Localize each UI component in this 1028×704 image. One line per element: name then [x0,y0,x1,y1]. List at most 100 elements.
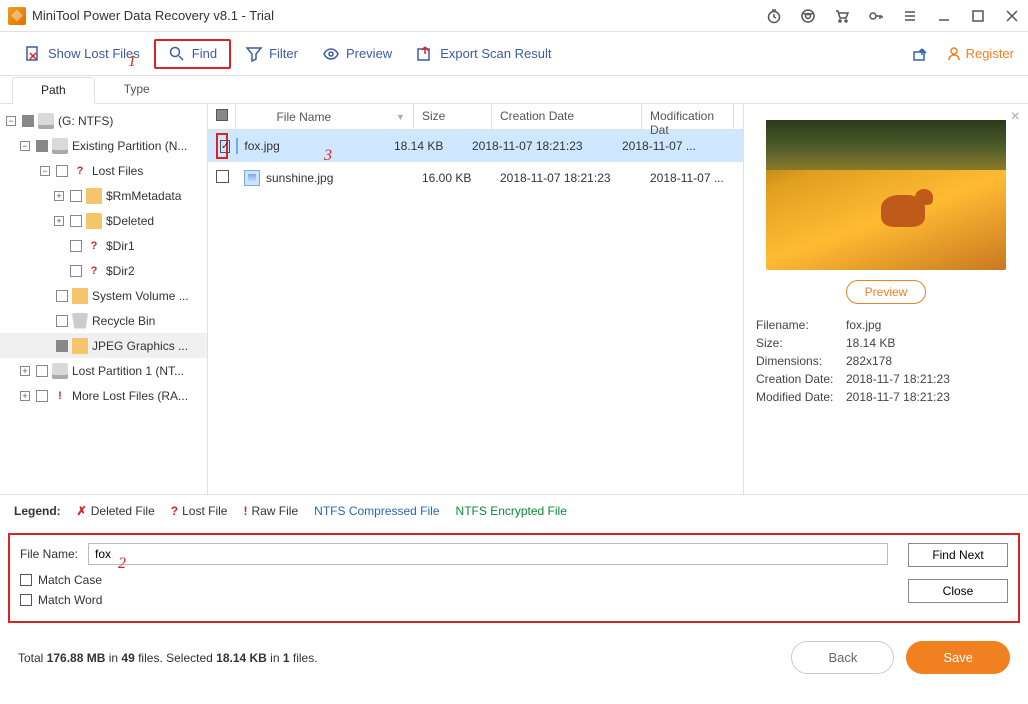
checkbox[interactable] [20,594,32,606]
recycle-icon [72,313,88,329]
image-icon [244,170,260,186]
checkbox[interactable] [56,315,68,327]
checkbox[interactable] [56,290,68,302]
checkbox[interactable] [56,340,68,352]
header-name[interactable]: File Name▼ [236,104,414,129]
checkbox[interactable] [36,365,48,377]
preview-close-icon[interactable]: × [1011,108,1020,126]
folder-icon [86,213,102,229]
tree-node-sysvol[interactable]: System Volume ... [0,283,207,308]
checkbox[interactable] [22,115,34,127]
checkbox[interactable] [70,240,82,252]
share-icon[interactable] [912,46,928,62]
row-checkbox[interactable] [216,170,229,183]
tree-node-lostpart[interactable]: +Lost Partition 1 (NT... [0,358,207,383]
file-cdate: 2018-11-07 18:21:23 [464,139,614,153]
checkbox[interactable] [70,265,82,277]
titlebar-icons [766,8,1020,24]
find-button[interactable]: Find [154,39,231,69]
maximize-icon[interactable] [970,8,986,24]
find-next-button[interactable]: Find Next [908,543,1008,567]
back-button[interactable]: Back [791,641,894,674]
header-mdate[interactable]: Modification Dat [642,104,734,129]
find-close-button[interactable]: Close [908,579,1008,603]
folder-tree: −(G: NTFS) −Existing Partition (N... −Lo… [0,104,208,494]
legend-lost: ?Lost File [171,504,228,518]
tree-node-jpeg[interactable]: JPEG Graphics ... [0,333,207,358]
tree-node-root[interactable]: −(G: NTFS) [0,108,207,133]
status-text: Total 176.88 MB in 49 files. Selected 18… [18,651,318,665]
save-button[interactable]: Save [906,641,1010,674]
legend-raw: !Raw File [243,504,298,518]
meta-mdate: 2018-11-7 18:21:23 [846,390,950,404]
checkbox[interactable] [56,165,68,177]
titlebar: MiniTool Power Data Recovery v8.1 - Tria… [0,0,1028,32]
match-case-option[interactable]: Match Case [20,573,1008,587]
tree-node-dir2[interactable]: $Dir2 [0,258,207,283]
meta-filename: fox.jpg [846,318,881,332]
export-button[interactable]: Export Scan Result [406,39,561,69]
folder-icon [72,338,88,354]
preview-open-button[interactable]: Preview [846,280,927,304]
preview-label: Preview [346,46,392,61]
expand-icon[interactable]: + [54,191,64,201]
file-size: 18.14 KB [386,139,464,153]
tree-node-morelost[interactable]: +More Lost Files (RA... [0,383,207,408]
tab-type[interactable]: Type [95,76,179,103]
help-icon[interactable] [800,8,816,24]
checkbox[interactable] [36,390,48,402]
file-cdate: 2018-11-07 18:21:23 [492,171,642,185]
file-row[interactable]: sunshine.jpg 16.00 KB 2018-11-07 18:21:2… [208,162,743,194]
legend-bar: Legend: ✗Deleted File ?Lost File !Raw Fi… [0,494,1028,527]
folder-icon [72,288,88,304]
menu-icon[interactable] [902,8,918,24]
expand-icon[interactable]: − [20,141,30,151]
tree-node-deleted[interactable]: +$Deleted [0,208,207,233]
drive-icon [52,138,68,154]
tree-node-recycle[interactable]: Recycle Bin [0,308,207,333]
checkbox[interactable] [70,190,82,202]
find-label: Find [192,46,217,61]
match-word-option[interactable]: Match Word [20,593,1008,607]
expand-icon[interactable]: − [6,116,16,126]
filter-button[interactable]: Filter [235,39,308,69]
register-button[interactable]: Register [946,46,1014,62]
drive-icon [52,363,68,379]
tree-node-existing[interactable]: −Existing Partition (N... [0,133,207,158]
timer-icon[interactable] [766,8,782,24]
minimize-icon[interactable] [936,8,952,24]
show-lost-files-label: Show Lost Files [48,46,140,61]
expand-icon[interactable]: − [40,166,50,176]
file-name: sunshine.jpg [266,171,333,185]
toolbar: Show Lost Files Find Filter Preview Expo… [0,32,1028,76]
app-icon [8,7,26,25]
row-checkbox[interactable] [220,140,230,153]
question-icon [72,163,88,179]
sort-icon: ▼ [396,112,405,122]
checkbox[interactable] [36,140,48,152]
status-bar: Total 176.88 MB in 49 files. Selected 18… [0,629,1028,686]
expand-icon[interactable]: + [54,216,64,226]
tree-node-rmmeta[interactable]: +$RmMetadata [0,183,207,208]
image-icon [236,138,238,154]
find-panel: File Name: Match Case Match Word Find Ne… [8,533,1020,623]
checkbox[interactable] [70,215,82,227]
tree-node-lostfiles[interactable]: −Lost Files [0,158,207,183]
cart-icon[interactable] [834,8,850,24]
close-icon[interactable] [1004,8,1020,24]
exclaim-icon [52,388,68,404]
header-checkbox[interactable] [208,104,236,129]
tab-path[interactable]: Path [12,77,95,104]
key-icon[interactable] [868,8,884,24]
tree-node-dir1[interactable]: $Dir1 [0,233,207,258]
expand-icon[interactable]: + [20,366,30,376]
meta-dimensions: 282x178 [846,354,892,368]
find-filename-input[interactable] [88,543,888,565]
header-size[interactable]: Size [414,104,492,129]
expand-icon[interactable]: + [20,391,30,401]
preview-button[interactable]: Preview [312,39,402,69]
checkbox[interactable] [20,574,32,586]
header-cdate[interactable]: Creation Date [492,104,642,129]
register-label: Register [966,46,1014,61]
preview-panel: × Preview Filename:fox.jpg Size:18.14 KB… [744,104,1028,494]
